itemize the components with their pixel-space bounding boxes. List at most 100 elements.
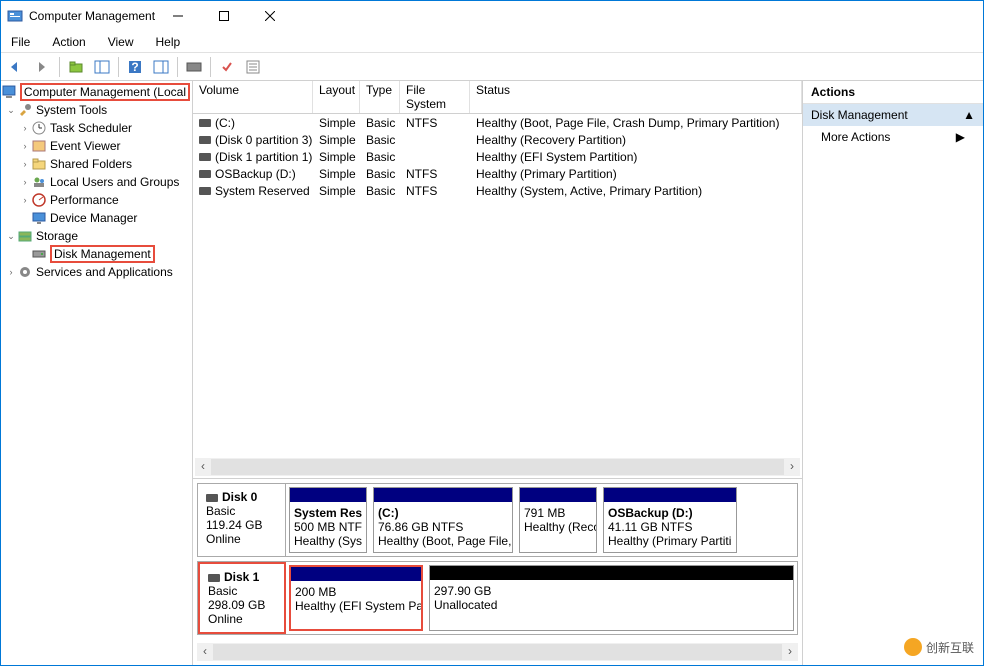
expand-icon[interactable]: ›: [19, 141, 31, 151]
menu-bar: File Action View Help: [1, 31, 983, 53]
show-hide-action-pane-button[interactable]: [149, 55, 173, 79]
volume-list[interactable]: Volume Layout Type File System Status (C…: [193, 81, 802, 478]
center-panel: Volume Layout Type File System Status (C…: [193, 81, 803, 665]
disk-label[interactable]: Disk 1Basic298.09 GBOnline: [198, 562, 286, 634]
disk-graphical-view: Disk 0Basic119.24 GBOnlineSystem Res500 …: [193, 478, 802, 643]
tree-services-apps[interactable]: ›Services and Applications: [1, 263, 192, 281]
volume-row[interactable]: (Disk 0 partition 3)SimpleBasicHealthy (…: [193, 131, 802, 148]
tree-device-manager[interactable]: Device Manager: [1, 209, 192, 227]
disk-row: Disk 1Basic298.09 GBOnline200 MBHealthy …: [197, 561, 798, 635]
scroll-left-icon[interactable]: ‹: [197, 644, 213, 660]
disk-icon: [206, 494, 218, 502]
scroll-left-icon[interactable]: ‹: [195, 459, 211, 475]
volume-row[interactable]: OSBackup (D:)SimpleBasicNTFSHealthy (Pri…: [193, 165, 802, 182]
collapse-icon[interactable]: ⌄: [5, 231, 17, 242]
tree-event-viewer[interactable]: ›Event Viewer: [1, 137, 192, 155]
partition[interactable]: 791 MBHealthy (Reco: [519, 487, 597, 553]
list-body: (C:)SimpleBasicNTFSHealthy (Boot, Page F…: [193, 114, 802, 286]
menu-help[interactable]: Help: [152, 33, 185, 51]
expand-icon[interactable]: ›: [19, 177, 31, 187]
up-button[interactable]: [64, 55, 88, 79]
services-icon: [17, 264, 33, 280]
horizontal-scrollbar[interactable]: ‹ ›: [197, 643, 798, 661]
forward-button[interactable]: [31, 55, 55, 79]
scroll-right-icon[interactable]: ›: [782, 644, 798, 660]
tree-system-tools[interactable]: ⌄System Tools: [1, 101, 192, 119]
horizontal-scrollbar[interactable]: ‹ ›: [195, 458, 800, 476]
menu-file[interactable]: File: [7, 33, 34, 51]
actions-section[interactable]: Disk Management ▲: [803, 104, 983, 126]
tree-root[interactable]: Computer Management (Local: [1, 83, 192, 101]
partition-header-bar: [604, 488, 736, 502]
actions-pane: Actions Disk Management ▲ More Actions ▶: [803, 81, 983, 665]
app-icon: [7, 8, 23, 24]
highlight-box: Disk Management: [50, 245, 155, 263]
menu-view[interactable]: View: [104, 33, 138, 51]
help-button[interactable]: ?: [123, 55, 147, 79]
minimize-button[interactable]: [155, 1, 201, 31]
properties-icon[interactable]: [241, 55, 265, 79]
expand-icon[interactable]: ›: [19, 195, 31, 205]
actions-more[interactable]: More Actions ▶: [803, 126, 983, 148]
partition-header-bar: [430, 566, 793, 580]
collapse-icon[interactable]: ⌄: [5, 105, 17, 116]
volume-icon: [199, 119, 211, 127]
computer-icon: [1, 84, 17, 100]
partition-header-bar: [520, 488, 596, 502]
tools-icon: [17, 102, 33, 118]
volume-icon: [199, 153, 211, 161]
col-layout[interactable]: Layout: [313, 81, 360, 113]
col-volume[interactable]: Volume: [193, 81, 313, 113]
toolbar: ?: [1, 53, 983, 81]
partition-header-bar: [290, 488, 366, 502]
volume-view-button[interactable]: [182, 55, 206, 79]
disk-label[interactable]: Disk 0Basic119.24 GBOnline: [198, 484, 286, 556]
expand-icon[interactable]: ›: [19, 159, 31, 169]
settings-check-icon[interactable]: [215, 55, 239, 79]
partition[interactable]: 297.90 GBUnallocated: [429, 565, 794, 631]
col-filesystem[interactable]: File System: [400, 81, 470, 113]
volume-row[interactable]: System ReservedSimpleBasicNTFSHealthy (S…: [193, 182, 802, 199]
tree-storage[interactable]: ⌄Storage: [1, 227, 192, 245]
back-button[interactable]: [5, 55, 29, 79]
maximize-button[interactable]: [201, 1, 247, 31]
tree-local-users[interactable]: ›Local Users and Groups: [1, 173, 192, 191]
partition[interactable]: (C:)76.86 GB NTFSHealthy (Boot, Page Fil…: [373, 487, 513, 553]
col-type[interactable]: Type: [360, 81, 400, 113]
disk-icon: [208, 574, 220, 582]
volume-row[interactable]: (C:)SimpleBasicNTFSHealthy (Boot, Page F…: [193, 114, 802, 131]
partition-header-bar: [291, 567, 421, 581]
partition-header-bar: [374, 488, 512, 502]
tree-performance[interactable]: ›Performance: [1, 191, 192, 209]
volume-row[interactable]: (Disk 1 partition 1)SimpleBasicHealthy (…: [193, 148, 802, 165]
menu-action[interactable]: Action: [48, 33, 89, 51]
expand-icon[interactable]: ›: [5, 267, 17, 277]
device-manager-icon: [31, 210, 47, 226]
close-button[interactable]: [247, 1, 293, 31]
highlight-box: Computer Management (Local: [20, 83, 190, 101]
show-hide-console-tree-button[interactable]: [90, 55, 114, 79]
title-bar: Computer Management: [1, 1, 983, 31]
scroll-track[interactable]: [213, 644, 782, 660]
partition[interactable]: System Res500 MB NTFHealthy (Sys: [289, 487, 367, 553]
col-status[interactable]: Status: [470, 81, 802, 113]
actions-header: Actions: [803, 81, 983, 104]
users-icon: [31, 174, 47, 190]
tree-task-scheduler[interactable]: ›Task Scheduler: [1, 119, 192, 137]
tree-disk-management[interactable]: Disk Management: [1, 245, 192, 263]
volume-icon: [199, 187, 211, 195]
partition[interactable]: OSBackup (D:)41.11 GB NTFSHealthy (Prima…: [603, 487, 737, 553]
disk-icon: [31, 246, 47, 262]
partition[interactable]: 200 MBHealthy (EFI System Part: [289, 565, 423, 631]
expand-icon[interactable]: ›: [19, 123, 31, 133]
collapse-icon[interactable]: ▲: [963, 108, 975, 122]
tree-shared-folders[interactable]: ›Shared Folders: [1, 155, 192, 173]
scroll-track[interactable]: [211, 459, 784, 475]
console-tree[interactable]: Computer Management (Local ⌄System Tools…: [1, 81, 193, 665]
watermark: 创新互联: [904, 638, 974, 656]
clock-icon: [31, 120, 47, 136]
storage-icon: [17, 228, 33, 244]
scroll-right-icon[interactable]: ›: [784, 459, 800, 475]
chevron-right-icon: ▶: [956, 130, 965, 144]
disk-row: Disk 0Basic119.24 GBOnlineSystem Res500 …: [197, 483, 798, 557]
